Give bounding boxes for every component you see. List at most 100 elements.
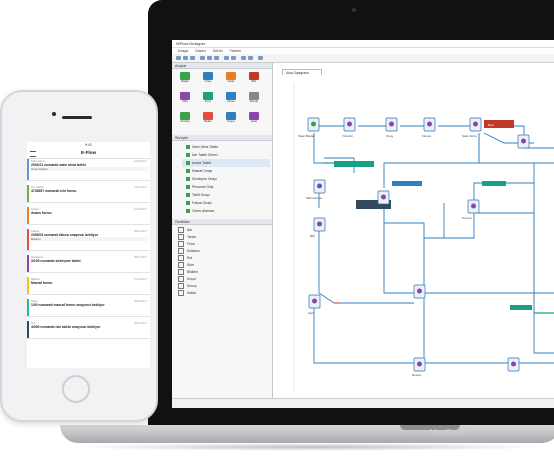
- property-label: Tanım: [187, 235, 197, 239]
- task-card[interactable]: Avans 10.03.2017 Avans formu: [27, 207, 150, 225]
- property-icon: [178, 262, 184, 269]
- process-icon: [186, 201, 190, 206]
- palette-item-label: Karar: [227, 79, 235, 83]
- property-row[interactable]: Süre: [178, 262, 194, 269]
- task-card[interactable]: Fatura 09.03.2017 2405/03 numaralı fatura …: [27, 229, 150, 251]
- phone-home-button[interactable]: [62, 375, 90, 403]
- property-row[interactable]: Notlar: [178, 290, 196, 297]
- palette-item[interactable]: Hata: [247, 112, 261, 126]
- task-card[interactable]: İzin Talebi 11.03.2017 4738957 numaralı iz…: [27, 185, 150, 203]
- palette-item-label: Başla: [181, 79, 189, 83]
- open-file-icon[interactable]: [183, 56, 188, 60]
- task-card-title: 4/000 numaralı izin talebi onayınızı bek…: [31, 325, 101, 329]
- app-toolbar: [172, 54, 554, 63]
- hamburger-menu-icon[interactable]: [30, 151, 36, 157]
- phone-app-title: E-Flow: [80, 150, 97, 155]
- task-card-color-bar: [27, 185, 29, 202]
- tree-item[interactable]: Satın Alma Talebi: [186, 143, 218, 151]
- task-card-status: Bekliyor: [31, 237, 148, 241]
- app-title: WFlow Designer: [176, 41, 206, 46]
- tree-item[interactable]: Görev Ataması: [186, 207, 214, 215]
- tree-item[interactable]: Teklif Onayı: [186, 191, 210, 199]
- undo-icon[interactable]: [224, 56, 229, 60]
- tree-item-label: Sözleşme Onayı: [192, 177, 217, 181]
- palette-item[interactable]: Başla: [178, 72, 192, 86]
- property-row[interactable]: Rol: [178, 255, 192, 262]
- task-card-title: 1/00 numaralı masraf formu onayınızı bek…: [31, 303, 105, 307]
- palette-item[interactable]: Form: [201, 92, 215, 106]
- tab-diagram[interactable]: Akış Diyagramı: [282, 69, 322, 75]
- task-card-color-bar: [27, 207, 29, 224]
- flow-node-label: Yönetici: [342, 134, 353, 138]
- palette-item[interactable]: Mail: [178, 92, 192, 106]
- run-icon[interactable]: [258, 56, 263, 60]
- palette-item[interactable]: Onay: [201, 72, 215, 86]
- tree-item[interactable]: Sözleşme Onayı: [186, 175, 217, 183]
- zoom-out-icon[interactable]: [248, 56, 253, 60]
- app-titlebar: WFlow Designer: [172, 40, 554, 48]
- flow-node-label: Onay: [386, 134, 394, 138]
- task-card[interactable]: Talep 06.03.2017 1/00 numaralı masraf form…: [27, 299, 150, 317]
- new-file-icon[interactable]: [176, 56, 181, 60]
- save-icon[interactable]: [190, 56, 195, 60]
- palette-item-label: Bitir: [251, 79, 257, 83]
- tree-item[interactable]: İzin Talebi Süreci: [186, 151, 218, 159]
- task-card-date: 09.03.2017: [134, 230, 147, 233]
- palette-item[interactable]: Döngü: [247, 92, 261, 106]
- task-card-color-bar: [27, 255, 29, 272]
- property-label: Koşul: [187, 277, 196, 281]
- redo-icon[interactable]: [231, 56, 236, 60]
- palette-item[interactable]: Bekle: [201, 112, 215, 126]
- task-card-color-bar: [27, 299, 29, 316]
- task-card[interactable]: Sözleşme 08.03.2017 3/100 numaralı sözleşm…: [27, 255, 150, 273]
- palette-item[interactable]: Alt Akış: [178, 112, 192, 126]
- paste-icon[interactable]: [214, 56, 219, 60]
- property-row[interactable]: Form: [178, 241, 195, 248]
- property-row[interactable]: Koşul: [178, 276, 195, 283]
- menu-item-view[interactable]: Görün: [213, 49, 223, 53]
- laptop-screen: WFlow Designer Dosya Düzen Görün Yardım …: [172, 40, 554, 408]
- task-card[interactable]: Masraf 07.03.2017 Masraf formu: [27, 277, 150, 295]
- property-row[interactable]: Adı: [178, 227, 192, 234]
- menu-item-help[interactable]: Yardım: [230, 49, 241, 53]
- task-card[interactable]: İzin 05.03.2017 4/000 numaralı izin talebi…: [27, 321, 150, 339]
- tree-item[interactable]: Avans Talebi: [182, 159, 270, 167]
- palette-item[interactable]: Görev: [224, 92, 238, 106]
- property-icon: [178, 241, 184, 248]
- process-icon: [186, 209, 190, 214]
- tree-item[interactable]: Personel Giriş: [186, 183, 213, 191]
- tree-item[interactable]: Fatura Onayı: [186, 199, 212, 207]
- flow-nodes: [307, 117, 530, 372]
- property-row[interactable]: Sonuç: [178, 283, 197, 290]
- property-label: Adı: [187, 228, 193, 232]
- property-icon: [178, 234, 184, 241]
- task-card-color-bar: [27, 277, 29, 294]
- palette-item-label: Onay: [204, 79, 212, 83]
- task-card[interactable]: Satın Alma 12.03.2017 2003/21 numaralı sat…: [27, 159, 150, 181]
- diagram-canvas[interactable]: Talep Başlat Yönetici Onay Finans Satın …: [274, 63, 554, 408]
- palette-item[interactable]: Bitir: [247, 72, 261, 86]
- copy-icon[interactable]: [207, 56, 212, 60]
- palette-item[interactable]: Koşul: [224, 112, 238, 126]
- property-label: Rol: [187, 256, 193, 260]
- flow-node-label: Mail Gönder: [306, 196, 322, 200]
- task-card-color-bar: [27, 321, 29, 338]
- menu-item-edit[interactable]: Düzen: [195, 49, 205, 53]
- tree-item[interactable]: Masraf Onayı: [186, 167, 212, 175]
- task-card-title: Avans formu: [31, 211, 52, 215]
- process-icon: [186, 169, 190, 174]
- zoom-in-icon[interactable]: [241, 56, 246, 60]
- laptop-camera: [352, 8, 356, 12]
- property-row[interactable]: Kullanıcı: [178, 248, 200, 255]
- property-row[interactable]: Bildirim: [178, 269, 198, 276]
- cut-icon[interactable]: [200, 56, 205, 60]
- flow-node-label: Red: [488, 123, 494, 127]
- laptop-shadow: [70, 443, 550, 451]
- property-row[interactable]: Tanım: [178, 234, 196, 241]
- tree-item-label: Masraf Onayı: [192, 169, 213, 173]
- property-label: Kullanıcı: [187, 249, 201, 253]
- phone-screen: 9:41 E-Flow Satın Alma 12.03.2017 2003/21 …: [27, 142, 150, 368]
- menu-item-file[interactable]: Dosya: [178, 49, 188, 53]
- palette-item[interactable]: Karar: [224, 72, 238, 86]
- process-icon: [186, 193, 190, 198]
